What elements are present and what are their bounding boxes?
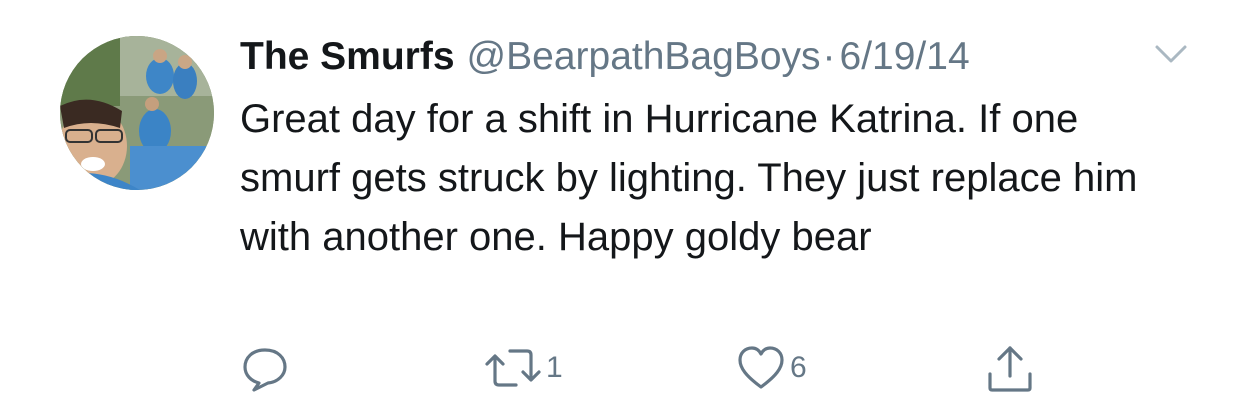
share-icon (986, 342, 1034, 394)
tweet-date[interactable]: 6/19/14 (840, 34, 970, 80)
reply-button[interactable] (240, 340, 294, 396)
user-handle[interactable]: @BearpathBagBoys (467, 34, 821, 80)
tweet-actions: 1 6 (0, 340, 1241, 396)
tweet-card[interactable]: The Smurfs @BearpathBagBoys · 6/19/14 Gr… (0, 0, 1241, 413)
avatar-photo (60, 36, 214, 190)
chevron-down-icon[interactable] (1154, 42, 1188, 66)
like-count: 6 (790, 351, 807, 384)
display-name[interactable]: The Smurfs (240, 34, 455, 80)
separator-dot: · (822, 35, 836, 78)
like-button[interactable]: 6 (736, 340, 807, 396)
avatar[interactable] (60, 36, 214, 190)
reply-icon (240, 343, 290, 393)
share-button[interactable] (986, 340, 1038, 396)
retweet-button[interactable]: 1 (484, 340, 563, 396)
retweet-count: 1 (546, 351, 563, 384)
heart-icon (736, 343, 786, 393)
tweet-text: Great day for a shift in Hurricane Katri… (240, 97, 1138, 259)
tweet-header: The Smurfs @BearpathBagBoys · 6/19/14 (240, 34, 970, 80)
retweet-icon (484, 343, 542, 393)
